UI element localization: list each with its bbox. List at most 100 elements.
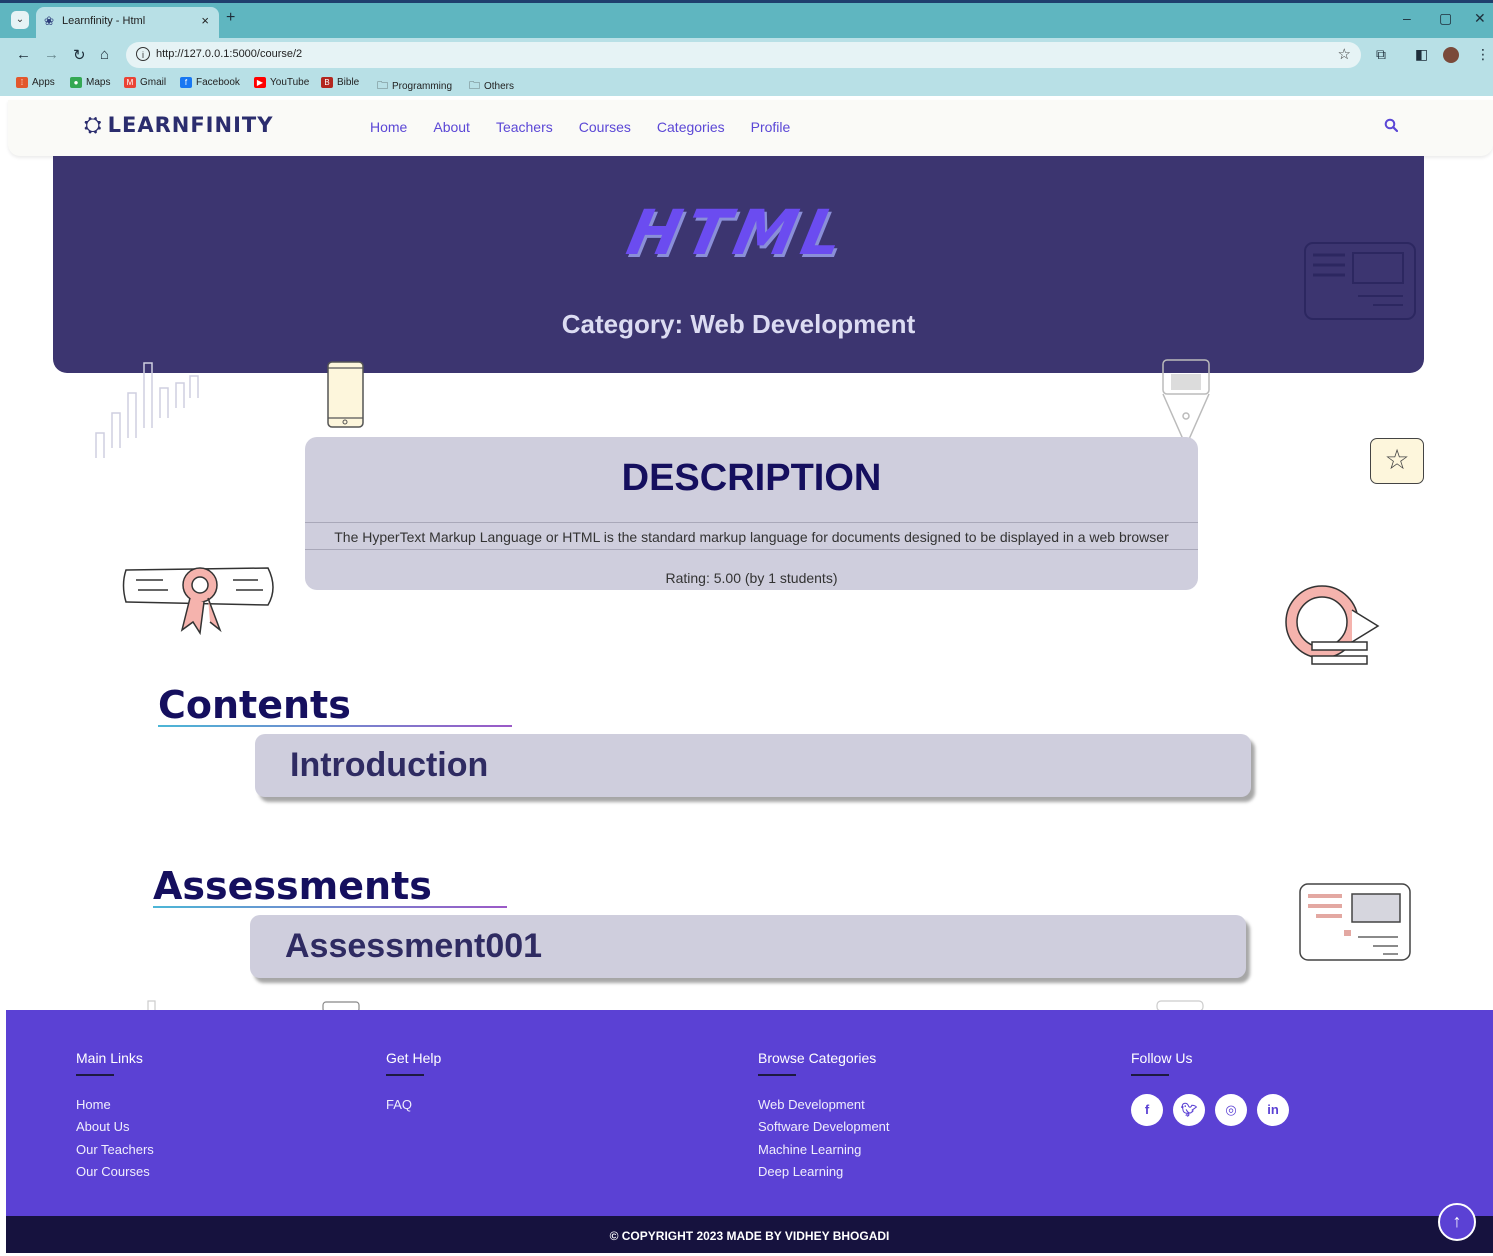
linkedin-icon[interactable]: in [1257,1094,1289,1126]
course-title: HTML [621,196,856,269]
address-bar[interactable]: i http://127.0.0.1:5000/course/2 ☆ [126,42,1361,68]
footer-link-about[interactable]: About Us [76,1116,154,1138]
content-item-title[interactable]: Introduction [290,746,488,785]
assessment-item[interactable]: Assessment001 [250,915,1246,978]
assessments-heading: Assessments [153,864,432,908]
social-links: f 🐦︎ ◎ in [1131,1094,1289,1126]
description-heading: DESCRIPTION [621,457,882,499]
content-item[interactable]: Introduction [255,734,1251,797]
footer-link-home[interactable]: Home [76,1094,154,1116]
bible-icon: B [321,77,333,88]
bookmark-maps[interactable]: ● Maps [70,77,110,88]
nav-profile[interactable]: Profile [751,119,791,135]
side-panel-icon[interactable]: ◧ [1415,46,1428,63]
footer-heading: Browse Categories [758,1050,877,1066]
footer-get-help: Get Help FAQ [386,1050,441,1116]
window-top-border [0,0,1493,3]
nav-courses[interactable]: Courses [579,119,631,135]
course-description: The HyperText Markup Language or HTML is… [334,529,1169,545]
arrow-up-icon: ↑ [1452,1211,1462,1231]
bookmark-gmail[interactable]: M Gmail [124,77,166,88]
assessment-item-title[interactable]: Assessment001 [285,927,542,966]
rate-star-button[interactable]: ☆ [1370,438,1424,484]
course-rating: Rating: 5.00 (by 1 students) [665,570,838,586]
footer-link-teachers[interactable]: Our Teachers [76,1139,154,1161]
web-page-illustration-icon [1304,242,1416,320]
extensions-icon[interactable]: ⧉ [1376,46,1386,63]
folder-icon: 🗀 [469,80,480,92]
profile-avatar-icon[interactable] [1443,47,1459,63]
footer-link-courses[interactable]: Our Courses [76,1161,154,1183]
search-icon[interactable] [1384,118,1399,136]
footer-link-web-development[interactable]: Web Development [758,1094,890,1116]
facebook-icon[interactable]: f [1131,1094,1163,1126]
footer-follow-us: Follow Us f 🐦︎ ◎ in [1131,1050,1289,1126]
browser-tab-strip: ⌄ ❀ Learnfinity - Html × + – ▢ ✕ [0,0,1493,38]
footer-link-machine-learning[interactable]: Machine Learning [758,1139,890,1161]
graduation-cap-logo-icon: ⛭ [84,112,102,137]
site-logo[interactable]: ⛭ LEARNFINITY [84,112,273,138]
nav-about[interactable]: About [433,119,470,135]
reload-icon[interactable]: ↻ [73,46,86,64]
browser-tab[interactable]: ❀ Learnfinity - Html × [36,7,219,38]
main-nav: Home About Teachers Courses Categories P… [370,119,790,135]
folder-icon: 🗀 [377,80,388,92]
star-icon: ☆ [1384,444,1410,475]
twitter-icon[interactable]: 🐦︎ [1173,1094,1205,1126]
footer-heading-rule [76,1074,114,1076]
new-tab-button[interactable]: + [226,9,235,27]
footer-heading: Get Help [386,1050,442,1066]
tab-search-icon[interactable]: ⌄ [11,11,29,29]
divider [305,549,1198,550]
assessments-underline [153,906,507,908]
contents-heading: Contents [158,683,351,727]
description-card: DESCRIPTION The HyperText Markup Languag… [305,437,1198,590]
bookmark-star-icon[interactable]: ☆ [1338,45,1351,63]
footer-heading-rule [386,1074,424,1076]
maps-pin-icon: ● [70,77,82,88]
footer-link-deep-learning[interactable]: Deep Learning [758,1161,890,1183]
minimize-icon[interactable]: – [1403,10,1411,26]
favicon-icon: ❀ [44,14,55,28]
contents-underline [158,725,512,727]
web-page-illustration-icon [1299,883,1411,961]
youtube-icon: ▶ [254,77,266,88]
bookmark-folder-others[interactable]: 🗀 Others [469,77,514,96]
url-text[interactable]: http://127.0.0.1:5000/course/2 [156,48,302,60]
bar-chart-illustration-icon [95,362,199,458]
tab-close-icon[interactable]: × [201,13,209,28]
site-info-icon[interactable]: i [136,47,150,61]
footer-browse-categories: Browse Categories Web Development Softwa… [758,1050,890,1183]
browser-toolbar: ← → ↻ ⌂ i http://127.0.0.1:5000/course/2… [0,38,1493,72]
nav-categories[interactable]: Categories [657,119,725,135]
diploma-illustration-icon [122,567,274,635]
tab-title: Learnfinity - Html [62,15,146,27]
bookmark-folder-programming[interactable]: 🗀 Programming [377,77,452,96]
back-to-top-button[interactable]: ↑ [1438,1203,1476,1241]
site-footer: Main Links Home About Us Our Teachers Ou… [6,1010,1493,1216]
bookmark-bible[interactable]: B Bible [321,77,359,88]
footer-heading: Follow Us [1131,1050,1193,1066]
bookmark-apps[interactable]: ⁞ Apps [16,77,55,88]
course-category: Category: Web Development [561,309,916,339]
forward-icon[interactable]: → [44,46,59,63]
magnifier-illustration-icon [1285,585,1380,665]
copyright-bar: © COPYRIGHT 2023 MADE BY VIDHEY BHOGADI [6,1216,1493,1253]
divider [305,522,1198,523]
footer-link-software-development[interactable]: Software Development [758,1116,890,1138]
nav-teachers[interactable]: Teachers [496,119,553,135]
home-icon[interactable]: ⌂ [100,46,109,63]
bookmark-youtube[interactable]: ▶ YouTube [254,77,309,88]
back-icon[interactable]: ← [16,46,31,63]
apps-grid-icon: ⁞ [16,77,28,88]
menu-kebab-icon[interactable]: ⋮ [1476,46,1490,63]
close-window-icon[interactable]: ✕ [1474,10,1486,27]
footer-heading-rule [1131,1074,1169,1076]
restore-icon[interactable]: ▢ [1439,10,1452,27]
footer-link-faq[interactable]: FAQ [386,1094,441,1116]
bookmark-facebook[interactable]: f Facebook [180,77,240,88]
nav-home[interactable]: Home [370,119,407,135]
gmail-icon: M [124,77,136,88]
facebook-icon: f [180,77,192,88]
instagram-icon[interactable]: ◎ [1215,1094,1247,1126]
